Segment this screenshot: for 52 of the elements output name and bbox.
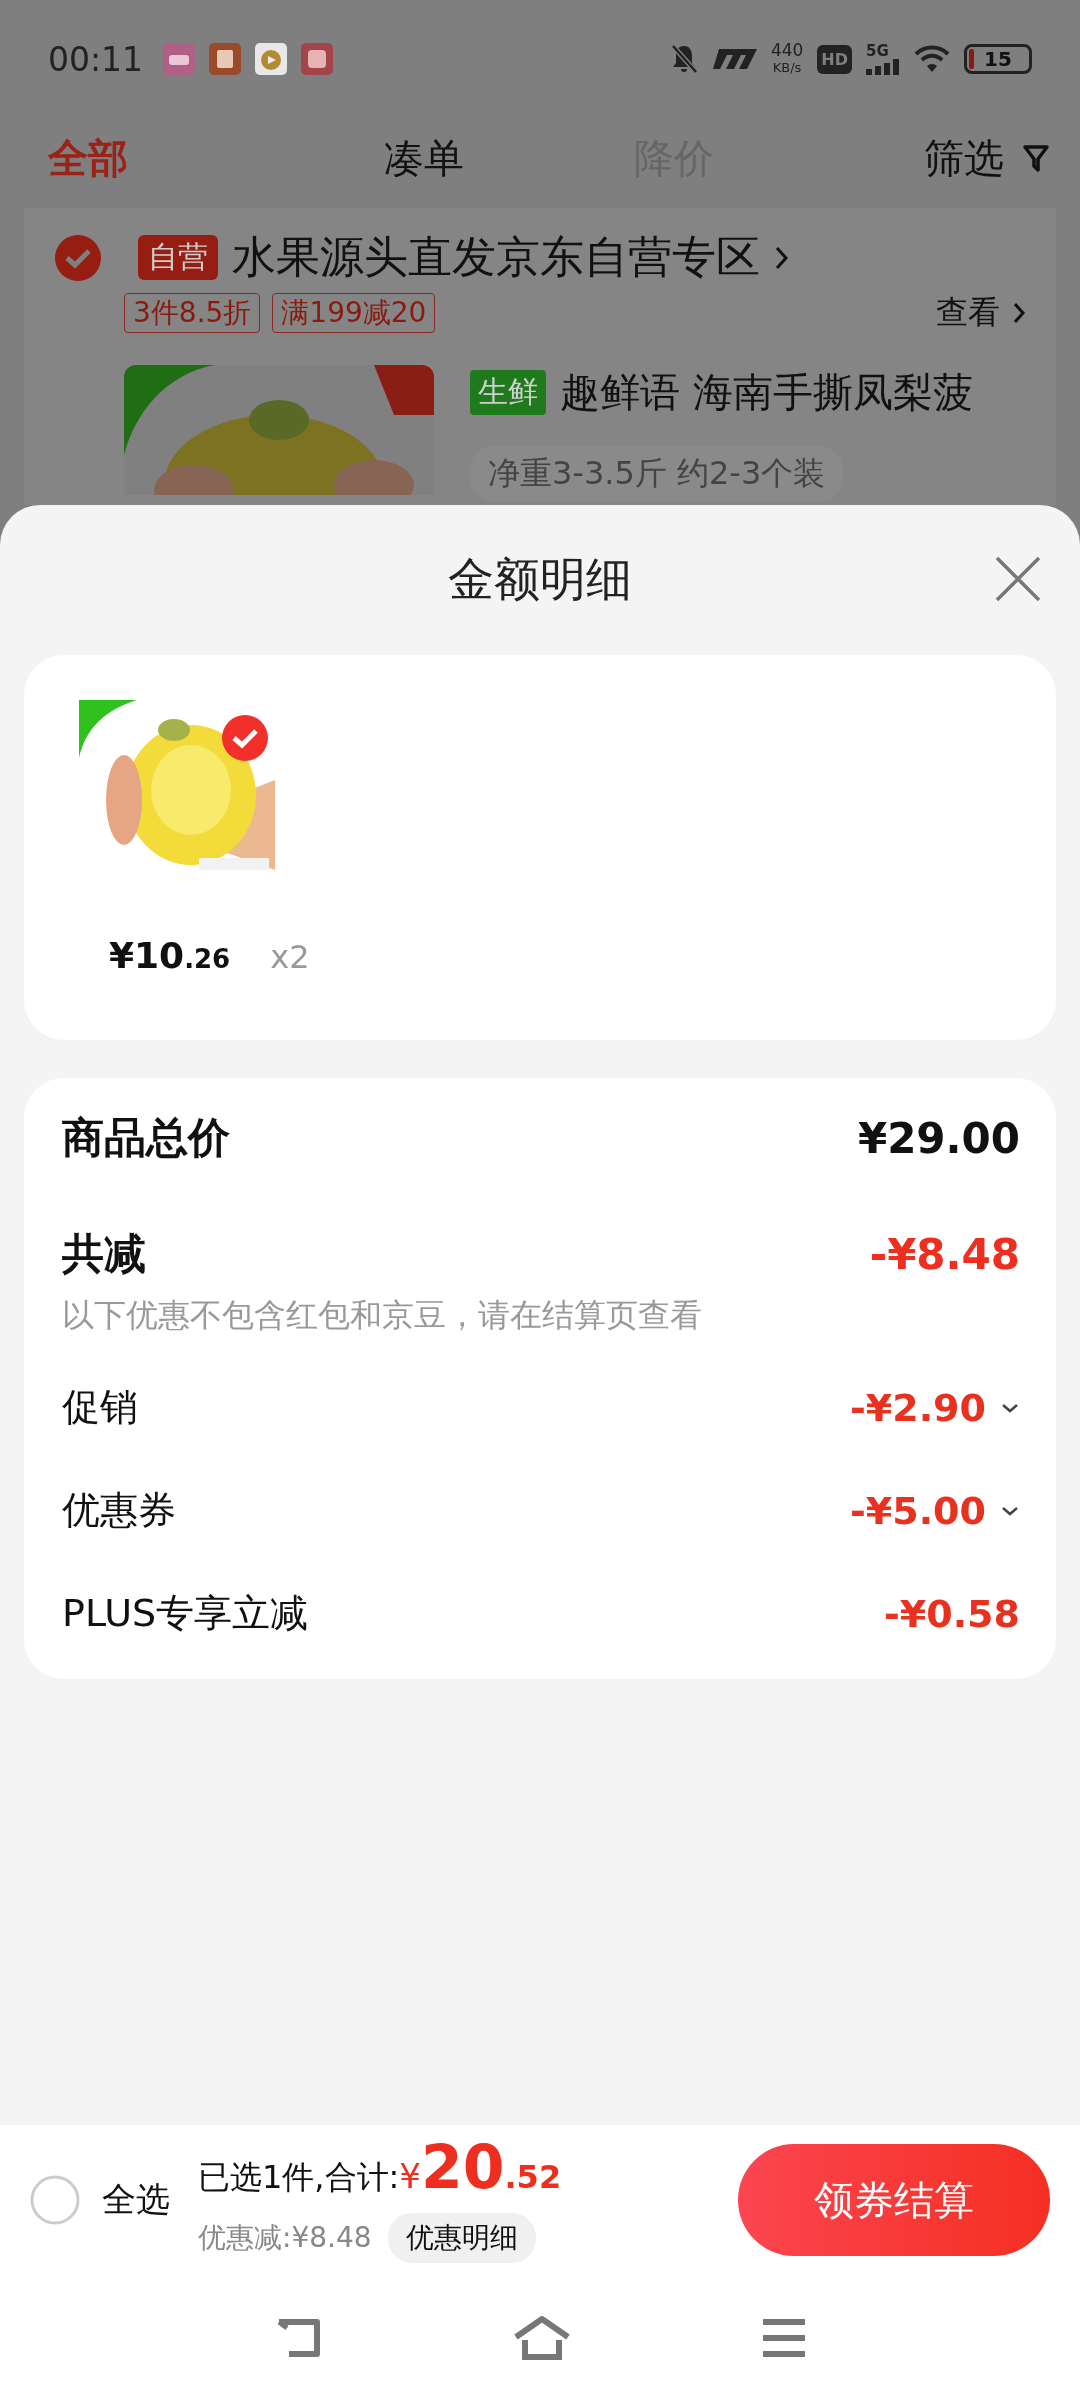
checkout-total: ¥20.52: [399, 2137, 562, 2204]
promo-tag: 满199减20: [272, 293, 436, 333]
discount-amount: -¥8.48: [869, 1229, 1020, 1279]
check-icon[interactable]: [221, 714, 269, 762]
filter-icon: [1022, 143, 1050, 173]
item-quantity: x2: [270, 938, 310, 976]
item-price: ¥10.26: [109, 935, 231, 976]
checkout-button[interactable]: 领券结算: [738, 2144, 1050, 2256]
chevron-down-icon[interactable]: [1000, 1504, 1020, 1517]
saved-amount: 优惠减:¥8.48: [198, 2220, 372, 2256]
discount-label: 共减: [62, 1228, 146, 1280]
self-operated-badge: 自营: [138, 235, 218, 280]
product-title[interactable]: 趣鲜语 海南手撕凤梨菠: [560, 365, 973, 420]
app-icon: [301, 43, 334, 75]
menu-icon[interactable]: [761, 2317, 807, 2358]
view-link[interactable]: 查看: [936, 291, 1000, 335]
total-amount: ¥29.00: [857, 1113, 1020, 1163]
network-speed: 440 KB/s: [770, 42, 804, 76]
discount-type: PLUS专享立减: [62, 1590, 309, 1637]
discount-value: -¥5.00: [850, 1488, 986, 1533]
select-all-label[interactable]: 全选: [102, 2177, 170, 2223]
close-icon[interactable]: [994, 555, 1042, 603]
chevron-right-icon: [1012, 300, 1026, 326]
battery-icon: 15: [964, 44, 1032, 74]
network-type: 5G: [866, 43, 889, 59]
home-icon[interactable]: [513, 2315, 571, 2360]
discount-type: 优惠券: [62, 1487, 176, 1534]
selected-count: 已选1件,合计:: [198, 2157, 400, 2198]
discount-detail-button[interactable]: 优惠明细: [387, 2213, 536, 2263]
app-icon: [163, 43, 196, 75]
select-all-checkbox[interactable]: [30, 2175, 80, 2225]
discount-value: -¥0.58: [884, 1591, 1020, 1636]
sheet-title: 金额明细: [448, 551, 632, 608]
check-icon[interactable]: [54, 233, 102, 282]
signal-icon: [866, 58, 900, 75]
filter-button[interactable]: 筛选: [799, 130, 1050, 186]
wifi-icon: [914, 45, 950, 73]
tab[interactable]: 凑单: [383, 134, 464, 181]
store-name[interactable]: 水果源头直发京东自营专区: [232, 228, 760, 287]
hd-icon: HD: [817, 44, 852, 74]
promo-tag: 3件8.5折: [124, 293, 261, 333]
stripes-icon: [712, 47, 757, 71]
discount-value: -¥2.90: [850, 1385, 986, 1430]
app-icon: [255, 43, 288, 75]
app-icon: [209, 43, 242, 75]
spec-selector[interactable]: 净重3-3.5斤 约2-3个装: [470, 446, 844, 502]
total-label: 商品总价: [62, 1112, 230, 1164]
status-time: 00:11: [48, 39, 144, 79]
chevron-down-icon[interactable]: [1000, 1401, 1020, 1414]
fresh-tag: 生鲜: [470, 370, 546, 415]
discount-note: 以下优惠不包含红包和京豆，请在结算页查看: [62, 1295, 703, 1336]
discount-type: 促销: [62, 1384, 138, 1431]
